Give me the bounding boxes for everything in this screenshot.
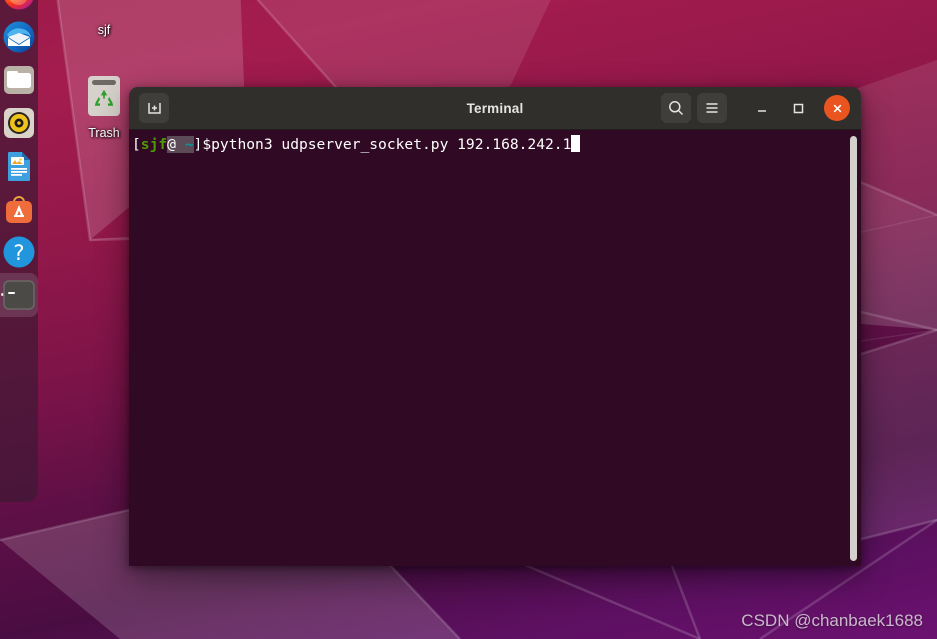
dock-item-libreoffice-writer[interactable] [3, 150, 35, 182]
dock-item-rhythmbox[interactable] [3, 107, 35, 139]
search-icon [669, 101, 684, 116]
terminal-body[interactable]: [sjf@ ~]$python3 udpserver_socket.py 192… [129, 130, 861, 566]
desktop-icon-sjf[interactable]: sjf [67, 0, 141, 37]
firefox-icon [4, 0, 34, 10]
svg-text:?: ? [13, 241, 24, 265]
thunderbird-icon [3, 21, 35, 53]
desktop-icon-label: sjf [97, 23, 111, 37]
menu-button[interactable] [697, 93, 727, 123]
ubuntu-software-icon [6, 196, 32, 223]
desktop-screen: ? sjf Trash Terminal [sjf@ ~]$python3 ud… [0, 0, 937, 639]
terminal-titlebar[interactable]: Terminal [129, 87, 861, 130]
folder-icon [67, 0, 141, 16]
terminal-window[interactable]: Terminal [sjf@ ~]$python3 udpserver_sock… [129, 87, 861, 566]
ubuntu-dock[interactable]: ? [0, 0, 38, 502]
close-icon [833, 104, 841, 112]
dock-item-ubuntu-software[interactable] [3, 193, 35, 225]
help-icon: ? [3, 236, 35, 268]
dock-item-help[interactable]: ? [3, 236, 35, 268]
minimize-button[interactable] [747, 93, 777, 123]
dock-item-thunderbird[interactable] [3, 21, 35, 53]
libreoffice-writer-icon [8, 152, 30, 181]
rhythmbox-icon [4, 108, 34, 138]
terminal-icon [3, 280, 35, 310]
new-tab-button[interactable] [139, 93, 169, 123]
dock-item-firefox[interactable] [3, 0, 35, 10]
terminal-command: python3 udpserver_socket.py 192.168.242.… [211, 136, 572, 153]
prompt-bracket-close: ]$ [193, 136, 212, 153]
terminal-output: [sjf@ ~]$python3 udpserver_socket.py 192… [132, 135, 581, 154]
maximize-button[interactable] [783, 93, 813, 123]
prompt-at: @ [167, 136, 176, 153]
prompt-bracket-open: [ [132, 136, 141, 153]
minimize-icon [758, 110, 766, 112]
prompt-user: sjf [140, 136, 168, 153]
new-tab-icon [147, 102, 161, 114]
watermark-text: CSDN @chanbaek1688 [741, 611, 923, 630]
dock-item-files[interactable] [3, 64, 35, 96]
hamburger-menu-icon [706, 103, 718, 113]
files-folder-icon [4, 66, 34, 94]
terminal-cursor [571, 135, 581, 152]
search-button[interactable] [661, 93, 691, 123]
dock-item-terminal[interactable] [3, 279, 35, 311]
terminal-scrollbar[interactable] [850, 136, 857, 561]
prompt-path: ~ [184, 136, 194, 153]
close-button[interactable] [824, 95, 850, 121]
maximize-icon [793, 103, 804, 114]
